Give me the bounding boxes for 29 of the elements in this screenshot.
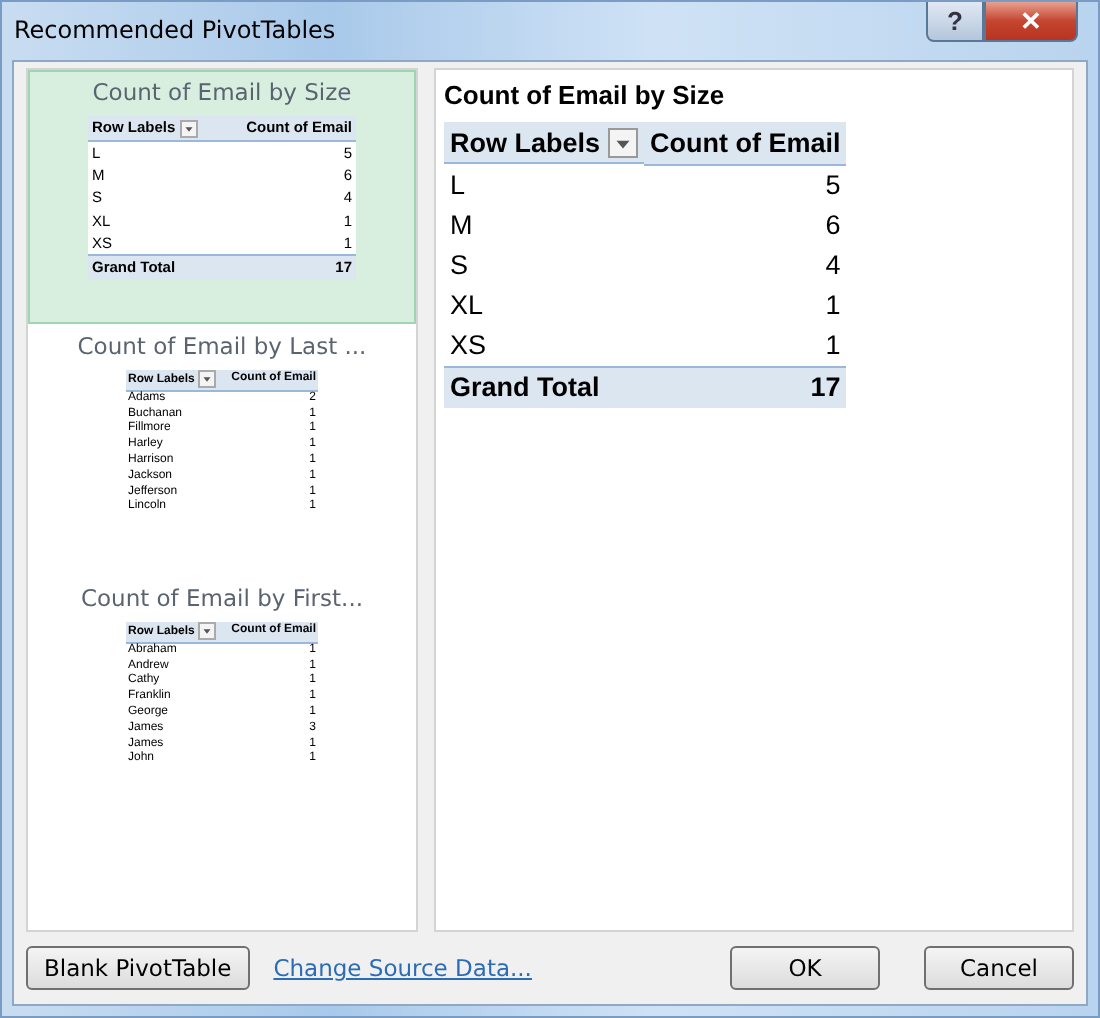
total-cell: 17 [644, 366, 847, 407]
help-button[interactable]: ? [926, 2, 984, 42]
table-cell: L [444, 164, 645, 205]
table-cell: 5 [644, 164, 847, 205]
table-cell-text: 6 [823, 208, 843, 244]
header-cell: Count of Email [644, 122, 847, 164]
table-cell-text: 1 [823, 288, 843, 324]
table-cell-text: XL [448, 288, 486, 324]
dropdown-icon [179, 119, 198, 138]
table-cell: 1 [644, 325, 847, 366]
table-cell-text: S [448, 248, 471, 284]
ok-button[interactable]: OK [730, 946, 880, 990]
dropdown-icon [198, 622, 217, 640]
change-source-data-link[interactable]: Change Source Data... [273, 954, 532, 982]
card-title: Count of Email by Size [92, 78, 352, 106]
total-cell: Grand Total [444, 366, 645, 407]
dropdown-icon [198, 370, 217, 388]
table-cell: XS [444, 325, 645, 366]
card-title: Count of Email by Last ... [77, 332, 367, 360]
cancel-button[interactable]: Cancel [924, 946, 1074, 990]
window-title: Recommended PivotTables [14, 16, 336, 44]
header-cell: Row Labels [450, 127, 601, 157]
close-button[interactable]: ✕ [984, 2, 1078, 42]
preview-title: Count of Email by Size [444, 80, 727, 110]
card-title: Count of Email by First... [80, 584, 364, 612]
dropdown-icon[interactable] [608, 127, 639, 157]
blank-pivottable-button[interactable]: Blank PivotTable [26, 946, 250, 990]
table-cell-text: 4 [823, 248, 843, 284]
table-cell-text: M [448, 208, 475, 244]
